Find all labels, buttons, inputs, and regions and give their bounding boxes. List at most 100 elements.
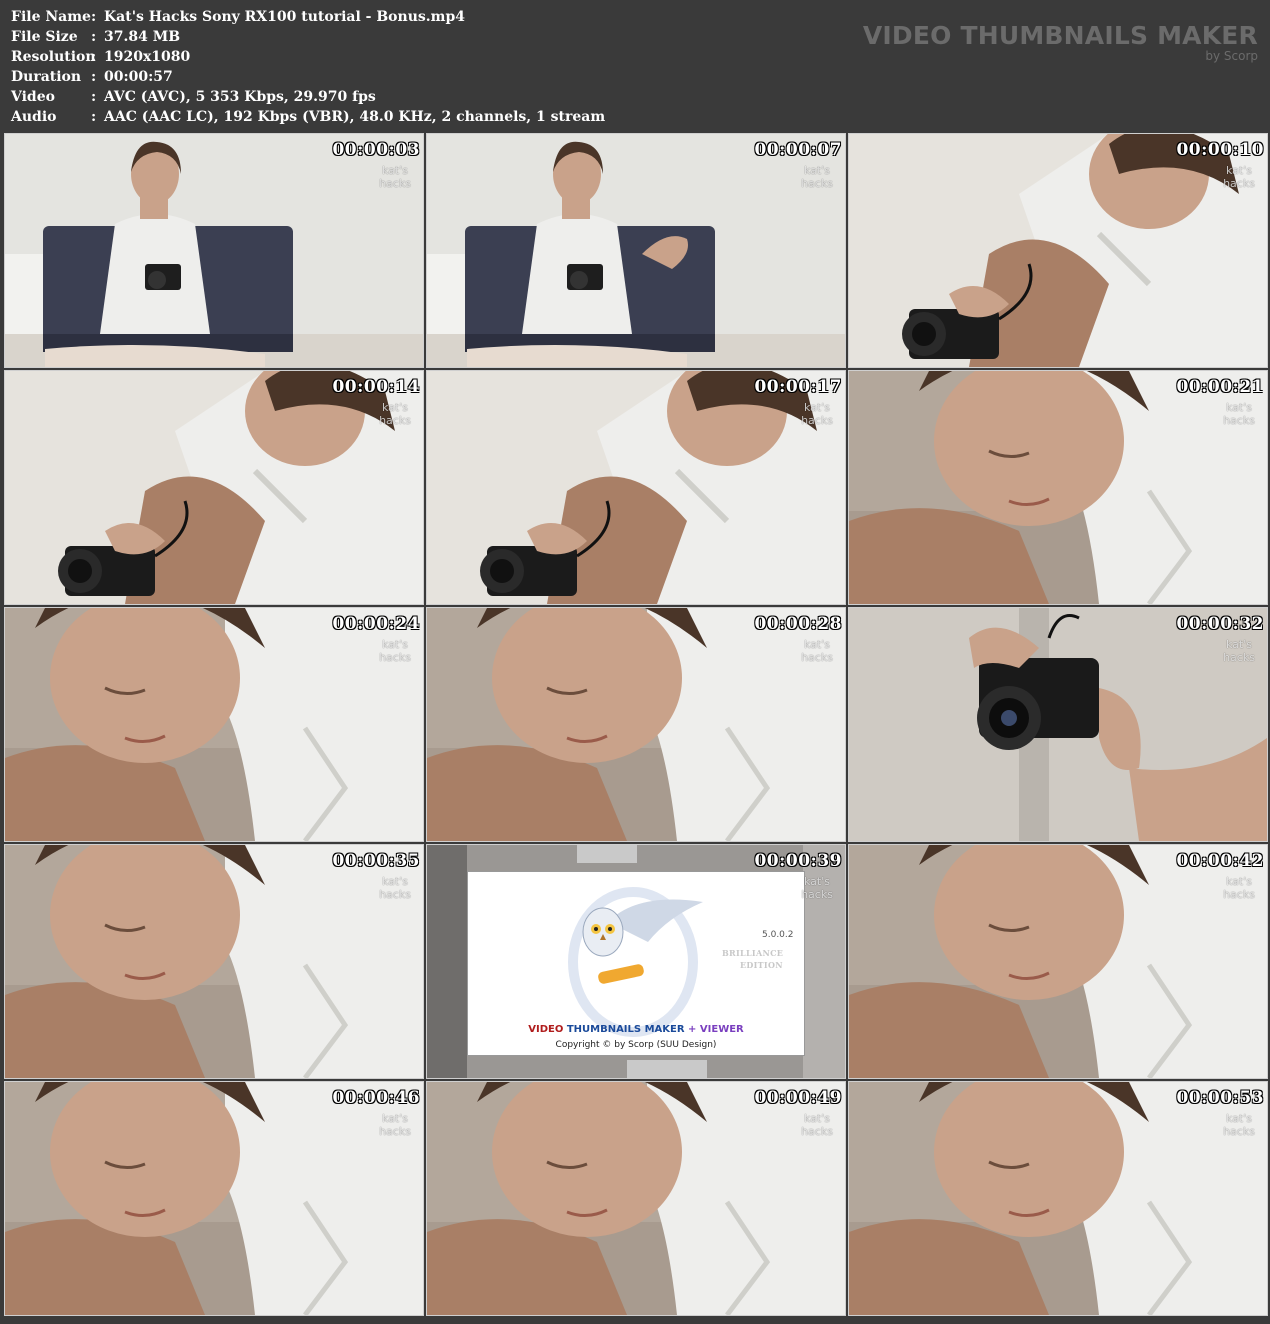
watermark-logo: kat's hacks <box>377 875 413 901</box>
brand-byline: by Scorp <box>1205 49 1258 63</box>
watermark-line: hacks <box>379 177 411 190</box>
info-separator: : <box>91 89 97 105</box>
watermark-line: kat's <box>804 875 830 888</box>
info-value: 1920x1080 <box>104 49 191 65</box>
info-value: AVC (AVC), 5 353 Kbps, 29.970 fps <box>104 89 376 105</box>
watermark-line: hacks <box>379 651 411 664</box>
info-separator: : <box>91 109 97 125</box>
watermark-line: hacks <box>801 1125 833 1138</box>
watermark-logo: kat's hacks <box>799 638 835 664</box>
frame-image <box>427 371 845 604</box>
timestamp: 00:00:53 <box>1176 1088 1264 1108</box>
timestamp: 00:00:32 <box>1176 614 1264 634</box>
info-header: File Name: Kat's Hacks Sony RX100 tutoria… <box>0 0 1270 132</box>
thumbnail-frame[interactable]: kat's hacks 00:00:21 <box>848 370 1268 605</box>
thumbnail-frame[interactable]: kat's hacks 00:00:14 <box>4 370 424 605</box>
watermark-line: hacks <box>379 414 411 427</box>
watermark-line: kat's <box>804 164 830 177</box>
thumbnail-frame[interactable]: kat's hacks 00:00:24 <box>4 607 424 842</box>
watermark-logo: kat's hacks <box>1221 638 1257 664</box>
watermark-line: hacks <box>1223 651 1255 664</box>
timestamp: 00:00:24 <box>332 614 420 634</box>
info-value: Kat's Hacks Sony RX100 tutorial - Bonus.… <box>104 9 465 25</box>
watermark-logo: kat's hacks <box>377 164 413 190</box>
splash-screen: 5.0.0.2 BRILLIANCE EDITION VIDEO THUMBNAILS… <box>467 871 805 1056</box>
info-row-file-name: File Name: Kat's Hacks Sony RX100 tutoria… <box>11 7 465 27</box>
timestamp: 00:00:39 <box>754 851 842 871</box>
info-key: File Size <box>11 29 78 45</box>
watermark-line: kat's <box>382 164 408 177</box>
thumbnail-frame[interactable]: kat's hacks 00:00:17 <box>426 370 846 605</box>
watermark-line: hacks <box>801 414 833 427</box>
thumbnail-frame[interactable]: kat's hacks 00:00:28 <box>426 607 846 842</box>
watermark-line: kat's <box>804 638 830 651</box>
watermark-logo: kat's hacks <box>1221 401 1257 427</box>
thumbnail-grid: kat's hacks 00:00:03 kat's hacks 00:00:07 kat'… <box>0 133 1270 1324</box>
watermark-logo: kat's hacks <box>799 875 835 901</box>
timestamp: 00:00:10 <box>1176 140 1264 160</box>
watermark-line: kat's <box>1226 164 1252 177</box>
watermark-line: hacks <box>379 888 411 901</box>
watermark-line: hacks <box>1223 177 1255 190</box>
thumbnail-frame[interactable]: kat's hacks 00:00:46 <box>4 1081 424 1316</box>
info-value: 37.84 MB <box>104 29 181 45</box>
watermark-line: hacks <box>801 651 833 664</box>
splash-name-part: THUMBNAILS MAKER <box>566 1024 685 1035</box>
splash-edition: BRILLIANCE <box>722 948 784 958</box>
info-row-file-size: File Size:37.84 MB <box>11 27 180 47</box>
thumbnail-frame[interactable]: kat's hacks 00:00:35 <box>4 844 424 1079</box>
frame-image <box>5 1082 423 1315</box>
timestamp: 00:00:14 <box>332 377 420 397</box>
splash-name-part: VIDEO <box>528 1024 567 1035</box>
frame-image <box>5 371 423 604</box>
info-value: 00:00:57 <box>104 69 173 85</box>
info-key: Resolution <box>11 49 96 65</box>
frame-image <box>849 371 1267 604</box>
thumbnail-frame[interactable]: kat's hacks 00:00:07 <box>426 133 846 368</box>
info-key: Duration <box>11 69 82 85</box>
frame-image <box>849 1082 1267 1315</box>
watermark-line: hacks <box>801 888 833 901</box>
timestamp: 00:00:49 <box>754 1088 842 1108</box>
timestamp: 00:00:46 <box>332 1088 420 1108</box>
timestamp: 00:00:07 <box>754 140 842 160</box>
frame-image <box>849 845 1267 1078</box>
frame-image <box>5 608 423 841</box>
info-row-duration: Duration:00:00:57 <box>11 67 173 87</box>
info-row-resolution: Resolution: 1920x1080 <box>11 47 190 67</box>
watermark-logo: kat's hacks <box>799 164 835 190</box>
watermark-logo: kat's hacks <box>377 401 413 427</box>
frame-image <box>5 134 423 367</box>
timestamp: 00:00:17 <box>754 377 842 397</box>
watermark-line: kat's <box>382 875 408 888</box>
info-row-audio: Audio: AAC (AAC LC), 192 Kbps (VBR), 48.0… <box>11 107 605 127</box>
info-row-video: Video: AVC (AVC), 5 353 Kbps, 29.970 fps <box>11 87 376 107</box>
watermark-logo: kat's hacks <box>1221 1112 1257 1138</box>
brand-logo: VIDEO THUMBNAILS MAKER by Scorp <box>863 22 1258 63</box>
timestamp: 00:00:21 <box>1176 377 1264 397</box>
frame-image <box>849 608 1267 841</box>
frame-image <box>5 845 423 1078</box>
splash-product-name: VIDEO THUMBNAILS MAKER + VIEWER <box>468 1024 804 1035</box>
thumbnail-frame[interactable]: 5.0.0.2 BRILLIANCE EDITION VIDEO THUMBNAILS… <box>426 844 846 1079</box>
thumbnail-frame[interactable]: kat's hacks 00:00:53 <box>848 1081 1268 1316</box>
info-value: AAC (AAC LC), 192 Kbps (VBR), 48.0 KHz, … <box>104 109 606 125</box>
thumbnail-frame[interactable]: kat's hacks 00:00:42 <box>848 844 1268 1079</box>
timestamp: 00:00:35 <box>332 851 420 871</box>
watermark-logo: kat's hacks <box>1221 164 1257 190</box>
watermark-line: hacks <box>1223 1125 1255 1138</box>
watermark-line: kat's <box>382 401 408 414</box>
frame-image <box>849 134 1267 367</box>
frame-image <box>427 608 845 841</box>
watermark-line: hacks <box>801 177 833 190</box>
splash-name-part: + VIEWER <box>684 1024 744 1035</box>
thumbnail-frame[interactable]: kat's hacks 00:00:10 <box>848 133 1268 368</box>
thumbnail-frame[interactable]: kat's hacks 00:00:49 <box>426 1081 846 1316</box>
timestamp: 00:00:03 <box>332 140 420 160</box>
watermark-line: kat's <box>1226 638 1252 651</box>
thumbnail-frame[interactable]: kat's hacks 00:00:03 <box>4 133 424 368</box>
watermark-logo: kat's hacks <box>377 638 413 664</box>
watermark-line: kat's <box>382 638 408 651</box>
info-separator: : <box>91 49 97 65</box>
thumbnail-frame[interactable]: kat's hacks 00:00:32 <box>848 607 1268 842</box>
